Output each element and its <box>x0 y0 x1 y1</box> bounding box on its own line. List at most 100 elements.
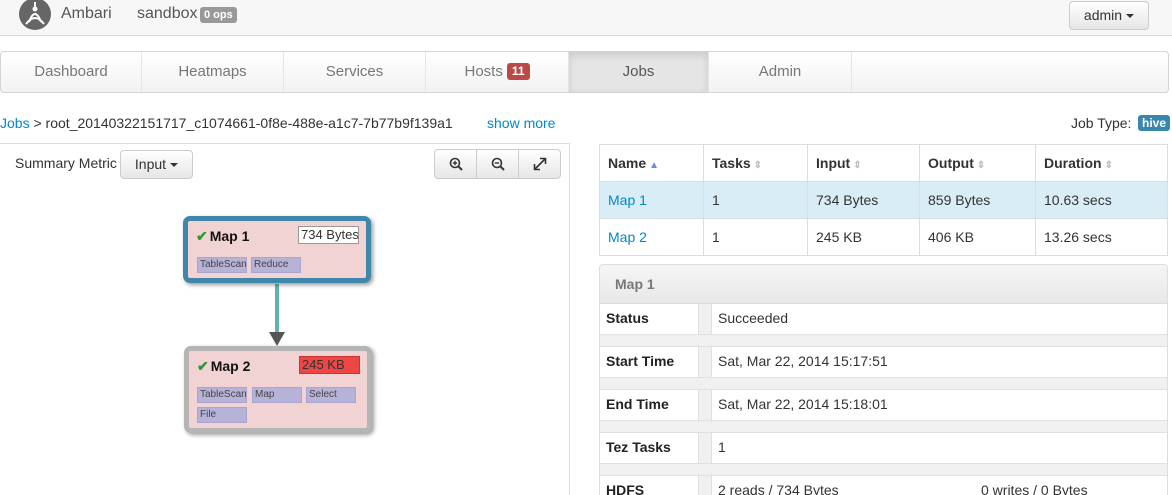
tab-services[interactable]: Services <box>284 52 426 92</box>
table-row[interactable]: Map 2 1 245 KB 406 KB 13.26 secs <box>599 218 1168 256</box>
vertices-table: Name ▲ Tasks ⇕ Input ⇕ Output ⇕ Duration ⇕ Ma… <box>599 144 1168 256</box>
detail-key: Tez Tasks <box>606 439 671 455</box>
background-ops-badge[interactable]: 0 ops <box>200 7 237 23</box>
detail-row-status: Status Succeeded <box>600 304 1167 334</box>
tab-label: Hosts <box>464 63 503 80</box>
sort-icon: ⇕ <box>753 160 763 171</box>
tab-hosts[interactable]: Hosts 11 <box>426 52 569 92</box>
node-title: ✔ Map 2 <box>197 358 250 375</box>
vertex-detail-panel: Map 1 Status Succeeded Start Time Sat, M… <box>599 264 1168 495</box>
node-metric: 734 Bytes <box>298 226 359 244</box>
expand-icon <box>533 157 546 171</box>
caret-down-icon <box>170 163 179 168</box>
job-type-label: Job Type: <box>1071 115 1132 131</box>
table-header-row: Name ▲ Tasks ⇕ Input ⇕ Output ⇕ Duration ⇕ <box>599 144 1168 182</box>
node-metric: 245 KB <box>299 356 360 374</box>
zoom-in-button[interactable] <box>435 150 477 178</box>
summary-metric-label: Summary Metric <box>15 155 117 171</box>
zoom-out-button[interactable] <box>477 150 519 178</box>
dag-node-map-2[interactable]: ✔ Map 2 245 KB TableScan Map Select File <box>184 346 372 433</box>
tab-dashboard[interactable]: Dashboard <box>1 52 142 92</box>
cluster-name[interactable]: sandbox <box>137 5 198 23</box>
detail-separator <box>600 377 1167 390</box>
dag-edge <box>269 284 285 346</box>
tab-label: Dashboard <box>34 63 108 80</box>
user-menu-label: admin <box>1083 7 1123 23</box>
table-cell: 13.26 secs <box>1035 218 1168 256</box>
detail-separator <box>600 420 1167 433</box>
detail-value: 2 reads / 734 Bytes <box>718 482 839 495</box>
breadcrumb-jobs-link[interactable]: Jobs <box>0 115 30 131</box>
detail-value: Sat, Mar 22, 2014 15:17:51 <box>718 353 888 369</box>
node-operator: TableScan <box>197 387 247 403</box>
detail-separator <box>600 334 1167 347</box>
job-id: root_20140322151717_c1074661-0f8e-488e-a… <box>45 115 453 131</box>
node-operator: File <box>197 407 247 423</box>
tab-jobs[interactable]: Jobs <box>569 52 709 92</box>
node-title: ✔ Map 1 <box>196 228 249 245</box>
column-header-tasks[interactable]: Tasks ⇕ <box>703 144 808 182</box>
sort-asc-icon: ▲ <box>649 160 660 171</box>
tab-admin[interactable]: Admin <box>709 52 852 92</box>
detail-row-hdfs: HDFS 2 reads / 734 Bytes 0 writes / 0 By… <box>600 476 1167 495</box>
fullscreen-button[interactable] <box>519 150 560 178</box>
caret-down-icon <box>1126 14 1135 19</box>
sort-icon: ⇕ <box>976 160 986 171</box>
column-header-input[interactable]: Input ⇕ <box>807 144 920 182</box>
node-operator: Map <box>252 387 302 403</box>
table-cell: 1 <box>703 181 808 219</box>
column-label: Tasks <box>712 155 751 171</box>
tab-label: Heatmaps <box>178 63 247 80</box>
zoom-controls <box>434 149 561 179</box>
detail-row-start-time: Start Time Sat, Mar 22, 2014 15:17:51 <box>600 347 1167 377</box>
table-cell: 734 Bytes <box>807 181 920 219</box>
detail-value-secondary: 0 writes / 0 Bytes <box>981 482 1088 495</box>
top-navbar: Ambari sandbox 0 ops admin <box>0 0 1172 36</box>
sort-icon: ⇕ <box>1104 160 1113 171</box>
detail-value: 1 <box>718 439 726 455</box>
column-header-duration[interactable]: Duration ⇕ <box>1035 144 1168 182</box>
column-label: Output <box>928 155 974 171</box>
summary-metric-value: Input <box>134 156 167 172</box>
brand-name[interactable]: Ambari <box>61 5 112 23</box>
column-label: Name <box>608 155 647 171</box>
table-cell: 1 <box>703 218 808 256</box>
tab-label: Services <box>325 63 384 80</box>
tab-heatmaps[interactable]: Heatmaps <box>142 52 284 92</box>
table-cell: 859 Bytes <box>919 181 1036 219</box>
detail-value: Sat, Mar 22, 2014 15:18:01 <box>718 396 888 412</box>
breadcrumb-separator: > <box>33 115 42 131</box>
ambari-logo-icon[interactable] <box>18 0 52 32</box>
table-cell: 406 KB <box>919 218 1036 256</box>
zoom-out-icon <box>491 157 505 171</box>
detail-value: Succeeded <box>718 310 789 326</box>
detail-row-end-time: End Time Sat, Mar 22, 2014 15:18:01 <box>600 390 1167 420</box>
table-cell: 10.63 secs <box>1035 181 1168 219</box>
node-name: Map 2 <box>210 358 251 374</box>
checkmark-icon: ✔ <box>197 358 209 374</box>
summary-metric-select[interactable]: Input <box>120 150 193 179</box>
user-menu-button[interactable]: admin <box>1069 1 1149 30</box>
tab-label: Jobs <box>622 63 655 80</box>
detail-key: HDFS <box>606 482 645 495</box>
hosts-alert-badge: 11 <box>506 63 530 80</box>
vertex-name-link[interactable]: Map 2 <box>599 218 704 256</box>
breadcrumb: Jobs > root_20140322151717_c1074661-0f8e… <box>0 115 453 131</box>
vertex-name-link[interactable]: Map 1 <box>599 181 704 219</box>
show-more-link[interactable]: show more <box>487 115 555 131</box>
dag-node-map-1[interactable]: ✔ Map 1 734 Bytes TableScan Reduce <box>183 216 371 283</box>
checkmark-icon: ✔ <box>196 228 208 244</box>
column-label: Input <box>816 155 851 171</box>
job-type-badge: hive <box>1138 115 1171 131</box>
tab-label: Admin <box>758 63 802 80</box>
zoom-in-icon <box>449 157 463 171</box>
table-row[interactable]: Map 1 1 734 Bytes 859 Bytes 10.63 secs <box>599 181 1168 219</box>
main-nav: Dashboard Heatmaps Services Hosts 11 Jobs… <box>0 51 1169 93</box>
node-operator: Select <box>306 387 356 403</box>
sort-icon: ⇕ <box>853 160 862 171</box>
column-header-output[interactable]: Output ⇕ <box>919 144 1036 182</box>
column-header-name[interactable]: Name ▲ <box>599 144 704 182</box>
vertex-detail-title: Map 1 <box>600 265 1167 304</box>
node-operator: Reduce <box>251 257 301 273</box>
node-name: Map 1 <box>209 228 250 244</box>
